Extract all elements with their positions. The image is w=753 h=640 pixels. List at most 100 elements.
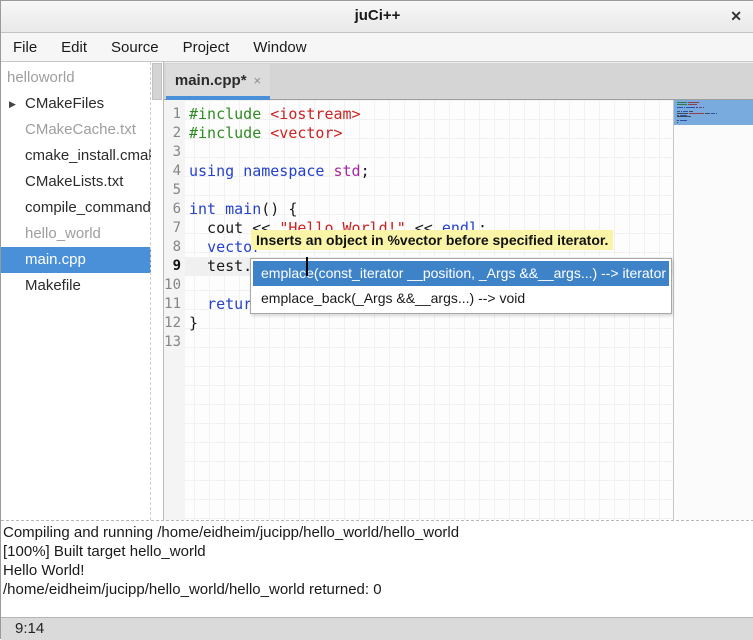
code-line-12: } <box>189 314 198 333</box>
menu-window[interactable]: Window <box>241 34 318 61</box>
minimap-code-segment <box>684 107 685 108</box>
line-number[interactable]: 13 <box>164 333 181 352</box>
code-token: using <box>189 162 234 180</box>
code-token: } <box>189 314 198 332</box>
sidebar-item-label: CMakeLists.txt <box>25 173 123 190</box>
minimap-code-segment <box>677 122 678 123</box>
sidebar-item-label: CMakeFiles <box>25 95 104 112</box>
sidebar-item-cmakefiles[interactable]: ▶ CMakeFiles <box>1 91 151 117</box>
code-token: <iostream> <box>270 105 360 123</box>
line-number[interactable]: 3 <box>164 143 181 162</box>
line-number[interactable]: 4 <box>164 162 181 181</box>
sidebar-item-label: cmake_install.cmake <box>25 147 151 164</box>
line-number[interactable]: 11 <box>164 295 181 314</box>
code-token: std <box>334 162 361 180</box>
code-token: main <box>225 200 261 218</box>
line-number[interactable]: 10 <box>164 276 181 295</box>
sidebar-divider <box>150 62 151 520</box>
sidebar-item-label: hello_world <box>25 225 101 242</box>
code-editor[interactable]: 12345678910111213 #include <iostream>#in… <box>164 100 753 520</box>
line-number-gutter: 12345678910111213 <box>164 100 185 520</box>
window-title: juCi++ <box>1 7 753 24</box>
terminal-line: Compiling and running /home/eidheim/juci… <box>3 523 753 542</box>
sidebar-item-cmakelists-txt[interactable]: CMakeLists.txt <box>1 169 151 195</box>
sidebar-item-compile-commands-json[interactable]: compile_commands.json <box>1 195 151 221</box>
menu-bar: FileEditSourceProjectWindow <box>1 33 753 62</box>
status-bar: 9:14 <box>1 617 753 640</box>
sidebar-item-label: helloworld <box>7 69 75 86</box>
line-number[interactable]: 2 <box>164 124 181 143</box>
minimap-code-segment <box>716 113 717 114</box>
close-icon[interactable]: ✕ <box>730 8 742 25</box>
terminal-line: /home/eidheim/jucipp/hello_world/hello_w… <box>3 580 753 599</box>
code-token <box>216 200 225 218</box>
minimap-code-segment <box>703 107 704 108</box>
tab-close-icon[interactable]: × <box>254 73 262 88</box>
minimap-code-segment <box>677 107 683 108</box>
code-line-2: #include <vector> <box>189 124 343 143</box>
minimap-code-segment <box>699 107 702 108</box>
menu-edit[interactable]: Edit <box>49 34 99 61</box>
minimap-code-segment <box>689 113 704 114</box>
sidebar-scrollbar-corner <box>152 63 162 100</box>
sidebar-item-label: main.cpp <box>25 251 86 268</box>
tab-label: main.cpp* <box>175 72 247 89</box>
line-number[interactable]: 9 <box>164 257 181 276</box>
menu-source[interactable]: Source <box>99 34 171 61</box>
terminal-line: Hello World! <box>3 561 753 580</box>
minimap-code-segment <box>680 120 687 121</box>
code-line-4: using namespace std; <box>189 162 370 181</box>
menu-file[interactable]: File <box>1 34 49 61</box>
code-line-6: int main() { <box>189 200 297 219</box>
code-token <box>324 162 333 180</box>
expander-triangle-icon[interactable]: ▶ <box>9 91 16 117</box>
sidebar-item-helloworld[interactable]: helloworld <box>1 65 151 91</box>
minimap-code-segment <box>677 116 691 117</box>
minimap-code-segment <box>705 113 709 114</box>
minimap-viewport[interactable] <box>674 100 753 125</box>
line-number[interactable]: 7 <box>164 219 181 238</box>
code-token: #include <box>189 124 270 142</box>
sidebar-item-hello-world[interactable]: hello_world <box>1 221 151 247</box>
code-token: ; <box>361 162 370 180</box>
line-number[interactable]: 12 <box>164 314 181 333</box>
minimap-code-line <box>677 124 753 125</box>
file-tree: helloworld ▶ CMakeFiles CMakeCache.txt cmake… <box>1 62 151 520</box>
code-token: #include <box>189 105 270 123</box>
code-token <box>234 162 243 180</box>
autocomplete-item[interactable]: emplace_back(_Args &&__args...) --> void <box>253 286 669 311</box>
line-number[interactable]: 8 <box>164 238 181 257</box>
sidebar-item-makefile[interactable]: Makefile <box>1 273 151 299</box>
code-token <box>189 295 207 313</box>
autocomplete-item[interactable]: emplace(const_iterator __position, _Args… <box>253 261 669 286</box>
sidebar-item-label: Makefile <box>25 277 81 294</box>
text-cursor <box>306 257 308 276</box>
sidebar-item-label: CMakeCache.txt <box>25 121 136 138</box>
minimap-code-segment <box>688 104 697 105</box>
tab-bar: main.cpp* × <box>164 62 753 100</box>
minimap-code-segment <box>686 107 696 108</box>
sidebar-item-main-cpp[interactable]: main.cpp <box>1 247 151 273</box>
menu-project[interactable]: Project <box>171 34 242 61</box>
code-line-1: #include <iostream> <box>189 105 361 124</box>
sidebar-item-cmake-install-cmake[interactable]: cmake_install.cmake <box>1 143 151 169</box>
minimap-code-segment <box>677 104 687 105</box>
title-bar: juCi++ ✕ <box>1 1 753 33</box>
app-window: juCi++ ✕ FileEditSourceProjectWindow hel… <box>0 0 753 639</box>
line-number[interactable]: 1 <box>164 105 181 124</box>
code-token: () { <box>261 200 297 218</box>
code-token <box>189 238 207 256</box>
sidebar-item-cmakecache-txt[interactable]: CMakeCache.txt <box>1 117 151 143</box>
line-number[interactable]: 6 <box>164 200 181 219</box>
minimap[interactable] <box>673 100 753 520</box>
terminal-line: [100%] Built target hello_world <box>3 542 753 561</box>
sidebar-item-label: compile_commands.json <box>25 199 151 216</box>
code-token: <vector> <box>270 124 342 142</box>
autocomplete-popup: emplace(const_iterator __position, _Args… <box>250 258 672 314</box>
tab-main-cpp[interactable]: main.cpp* × <box>166 64 270 100</box>
code-token: namespace <box>243 162 324 180</box>
terminal-output[interactable]: Compiling and running /home/eidheim/juci… <box>1 520 753 617</box>
code-token: int <box>189 200 216 218</box>
line-number[interactable]: 5 <box>164 181 181 200</box>
cursor-position: 9:14 <box>15 618 44 640</box>
